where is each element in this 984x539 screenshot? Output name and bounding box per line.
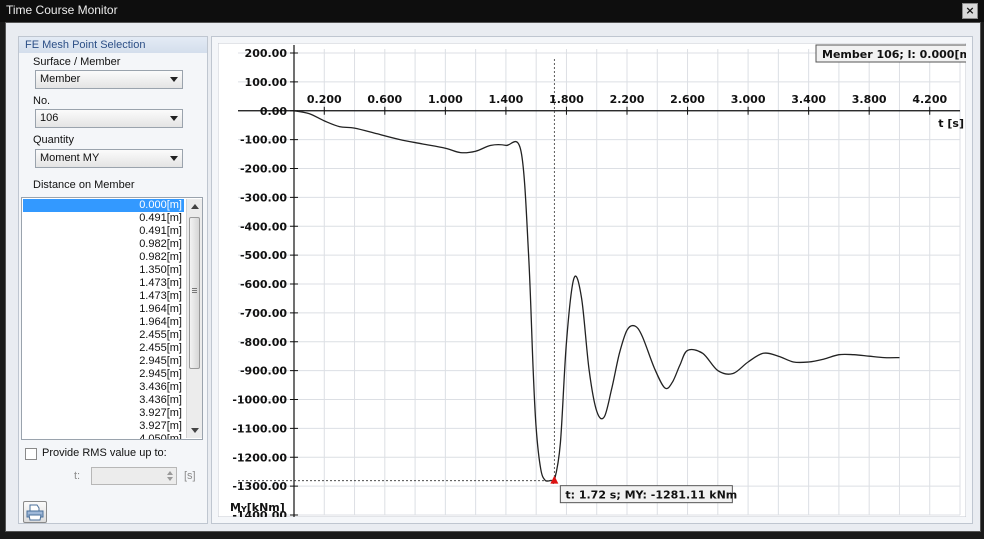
chart-panel: 0.200 0.600 1.000 1.400 1.800 2.200 2.600 3.000… [211, 36, 973, 524]
x-tick-label: 0.200 [307, 93, 342, 106]
window-title: Time Course Monitor [6, 3, 118, 17]
y-tick-label: -100.00 [240, 134, 287, 147]
list-item[interactable]: 0.491[m] [23, 225, 184, 238]
surface-member-select[interactable]: Member [35, 70, 183, 89]
y-tick-label: 0.00 [260, 105, 287, 118]
window-body: FE Mesh Point Selection Surface / Member… [5, 22, 981, 532]
rms-t-label: t: [74, 470, 81, 482]
list-item[interactable]: 0.000[m] [23, 199, 184, 212]
list-scrollbar[interactable] [186, 199, 202, 438]
chevron-down-icon [170, 116, 178, 121]
rms-unit-label: [s] [184, 470, 196, 482]
spin-down-icon[interactable] [167, 477, 173, 481]
list-item[interactable]: 1.473[m] [23, 290, 184, 303]
time-course-chart: 0.200 0.600 1.000 1.400 1.800 2.200 2.600 3.000… [218, 43, 966, 517]
no-value: 106 [40, 112, 59, 124]
list-item[interactable]: 3.436[m] [23, 394, 184, 407]
list-item[interactable]: 2.455[m] [23, 329, 184, 342]
y-tick-label: -1200.00 [232, 451, 287, 464]
print-button[interactable] [23, 501, 47, 523]
y-tick-label: -200.00 [240, 163, 287, 176]
list-item[interactable]: 1.964[m] [23, 303, 184, 316]
list-item[interactable]: 1.350[m] [23, 264, 184, 277]
y-tick-label: -600.00 [240, 278, 287, 291]
y-tick-label: 200.00 [245, 47, 288, 60]
list-item[interactable]: 1.473[m] [23, 277, 184, 290]
quantity-label: Quantity [33, 134, 74, 146]
list-item[interactable]: 4.050[m] [23, 433, 184, 439]
x-tick-label: 2.600 [670, 93, 705, 106]
plot-background [218, 43, 966, 517]
y-tick-label: -300.00 [240, 191, 287, 204]
spin-up-icon[interactable] [167, 471, 173, 475]
distance-listbox[interactable]: 0.000[m] 0.491[m] 0.491[m] 0.982[m] 0.982[m]… [21, 197, 203, 440]
y-axis-label: MY[kNm] [230, 501, 285, 514]
distance-label: Distance on Member [33, 179, 135, 191]
chevron-down-icon [170, 77, 178, 82]
scroll-thumb[interactable] [189, 217, 200, 369]
list-item[interactable]: 3.927[m] [23, 420, 184, 433]
x-tick-label: 0.600 [367, 93, 402, 106]
y-tick-label: -1000.00 [232, 394, 287, 407]
x-tick-label: 1.400 [489, 93, 524, 106]
quantity-value: Moment MY [40, 152, 100, 164]
x-axis-label: t [s] [938, 117, 964, 130]
close-button[interactable]: × [962, 3, 978, 19]
y-tick-label: -400.00 [240, 220, 287, 233]
rms-label: Provide RMS value up to: [42, 447, 167, 459]
surface-member-label: Surface / Member [33, 56, 121, 68]
list-item[interactable]: 3.436[m] [23, 381, 184, 394]
list-item[interactable]: 0.491[m] [23, 212, 184, 225]
x-tick-label: 3.400 [791, 93, 826, 106]
rms-time-input[interactable] [91, 467, 177, 485]
list-item[interactable]: 2.945[m] [23, 355, 184, 368]
y-tick-label: 100.00 [245, 76, 288, 89]
list-item[interactable]: 0.982[m] [23, 251, 184, 264]
chevron-down-icon [170, 156, 178, 161]
no-select[interactable]: 106 [35, 109, 183, 128]
surface-member-value: Member [40, 73, 81, 85]
list-item[interactable]: 1.964[m] [23, 316, 184, 329]
print-icon [26, 504, 44, 521]
x-tick-label: 2.200 [610, 93, 645, 106]
scroll-down-icon[interactable] [191, 428, 199, 433]
scroll-up-icon[interactable] [191, 204, 199, 209]
y-tick-label: -500.00 [240, 249, 287, 262]
x-tick-label: 4.200 [912, 93, 947, 106]
list-item[interactable]: 0.982[m] [23, 238, 184, 251]
panel-header: FE Mesh Point Selection [19, 37, 207, 53]
marker-label: t: 1.72 s; MY: -1281.11 kNm [565, 489, 737, 502]
y-tick-label: -1300.00 [232, 480, 287, 493]
y-tick-label: -700.00 [240, 307, 287, 320]
x-tick-label: 3.800 [852, 93, 887, 106]
list-item[interactable]: 3.927[m] [23, 407, 184, 420]
y-tick-label: -1100.00 [232, 422, 287, 435]
title-bar: Time Course Monitor × [0, 0, 984, 22]
info-box-text: Member 106; l: 0.000[m] [822, 48, 966, 61]
no-label: No. [33, 95, 51, 107]
list-item[interactable]: 2.455[m] [23, 342, 184, 355]
y-tick-label: -900.00 [240, 365, 287, 378]
fe-mesh-point-panel: FE Mesh Point Selection Surface / Member… [18, 36, 208, 524]
x-tick-label: 1.000 [428, 93, 463, 106]
x-tick-label: 3.000 [731, 93, 766, 106]
y-tick-label: -800.00 [240, 336, 287, 349]
info-box: Member 106; l: 0.000[m] [815, 44, 966, 63]
list-item[interactable]: 2.945[m] [23, 368, 184, 381]
rms-checkbox[interactable] [25, 448, 37, 460]
quantity-select[interactable]: Moment MY [35, 149, 183, 168]
